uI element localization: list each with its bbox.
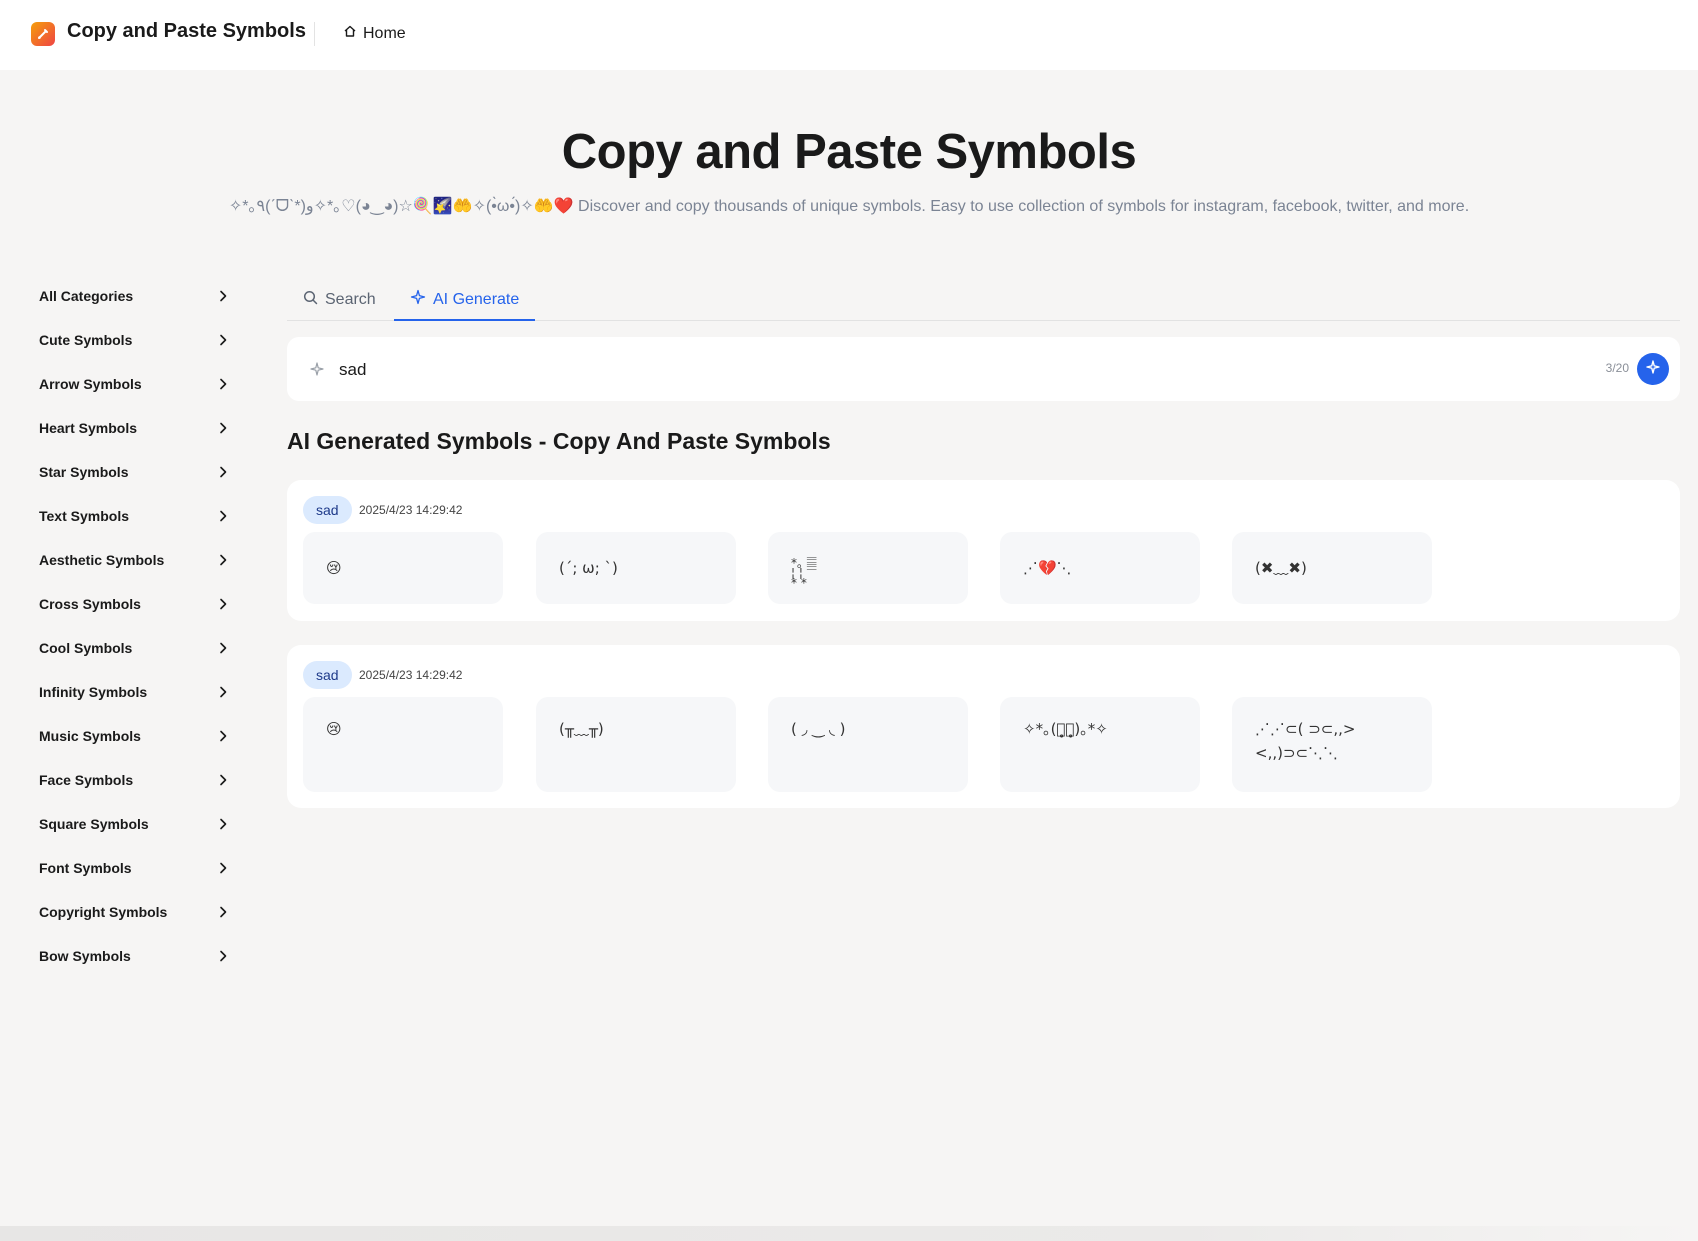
- sparkle-icon: [309, 361, 325, 382]
- home-icon: [343, 24, 357, 43]
- character-counter: 3/20: [1605, 361, 1629, 375]
- sidebar-item-label: Arrow Symbols: [39, 376, 142, 392]
- page-title: Copy and Paste Symbols: [561, 125, 1137, 179]
- sparkle-icon: [410, 289, 426, 310]
- symbol-tile[interactable]: (╥﹏╥): [536, 697, 736, 792]
- sidebar-item-label: Cute Symbols: [39, 332, 133, 348]
- timestamp: 2025/4/23 14:29:42: [359, 668, 463, 682]
- symbol-tile[interactable]: (✖﹏✖): [1232, 532, 1432, 604]
- chevron-right-icon: [219, 817, 229, 831]
- prompt-box: 3/20: [287, 337, 1680, 401]
- results-title: AI Generated Symbols - Copy And Paste Sy…: [287, 428, 831, 454]
- sidebar-item-label: Font Symbols: [39, 860, 132, 876]
- result-card: sad 2025/4/23 14:29:42 😢 (╥﹏╥) ( ◞ ‿ ◟ )…: [287, 645, 1680, 808]
- symbol-tile[interactable]: ⋰💔⋱: [1000, 532, 1200, 604]
- prompt-tag[interactable]: sad: [303, 661, 352, 689]
- sidebar-item-square-symbols[interactable]: Square Symbols: [39, 802, 229, 846]
- symbol-tile[interactable]: ⋰⋰⊂( ⊃⊂,,> <,,)⊃⊂⋱⋱: [1232, 697, 1432, 792]
- sidebar-item-label: Square Symbols: [39, 816, 149, 832]
- sidebar-item-label: Copyright Symbols: [39, 904, 168, 920]
- sidebar-item-cross-symbols[interactable]: Cross Symbols: [39, 582, 229, 626]
- symbol-tile[interactable]: 😢: [303, 532, 503, 604]
- category-sidebar: All Categories Cute Symbols Arrow Symbols H…: [39, 274, 229, 978]
- symbol-tile[interactable]: (´; ω; `): [536, 532, 736, 604]
- chevron-right-icon: [219, 905, 229, 919]
- header-divider: [314, 22, 315, 46]
- tab-search[interactable]: Search: [287, 280, 392, 319]
- sparkle-icon: [1645, 359, 1661, 380]
- home-label: Home: [363, 24, 406, 42]
- sidebar-item-text-symbols[interactable]: Text Symbols: [39, 494, 229, 538]
- chevron-right-icon: [219, 377, 229, 391]
- page-subtitle: ✧*｡٩(ˊᗜˋ*)و✧*｡♡(◕‿◕)☆🍭🌠🤲✧(•̀ω•́)✧🤲❤️ Dis…: [228, 198, 1470, 215]
- chevron-right-icon: [219, 861, 229, 875]
- prompt-tag[interactable]: sad: [303, 496, 352, 524]
- generate-button[interactable]: [1637, 353, 1669, 385]
- chevron-right-icon: [219, 289, 229, 303]
- site-logo-icon[interactable]: [31, 22, 55, 46]
- sidebar-item-label: Star Symbols: [39, 464, 129, 480]
- sidebar-item-label: Cross Symbols: [39, 596, 141, 612]
- sidebar-item-cool-symbols[interactable]: Cool Symbols: [39, 626, 229, 670]
- tab-ai-generate-label: AI Generate: [433, 290, 520, 308]
- tab-search-label: Search: [325, 290, 376, 308]
- sidebar-item-aesthetic-symbols[interactable]: Aesthetic Symbols: [39, 538, 229, 582]
- sidebar-item-arrow-symbols[interactable]: Arrow Symbols: [39, 362, 229, 406]
- search-icon: [303, 290, 318, 310]
- chevron-right-icon: [219, 641, 229, 655]
- sidebar-item-label: Infinity Symbols: [39, 684, 148, 700]
- chevron-right-icon: [219, 773, 229, 787]
- tab-ai-generate[interactable]: AI Generate: [394, 280, 536, 321]
- horizontal-scrollbar[interactable]: [0, 1226, 1698, 1241]
- symbol-tile[interactable]: ( ◞ ‿ ◟ ): [768, 697, 968, 792]
- symbol-tile[interactable]: 😢: [303, 697, 503, 792]
- sidebar-item-label: Cool Symbols: [39, 640, 133, 656]
- sidebar-item-label: Music Symbols: [39, 728, 141, 744]
- sidebar-item-label: Bow Symbols: [39, 948, 131, 964]
- sidebar-item-label: Text Symbols: [39, 508, 129, 524]
- site-title[interactable]: Copy and Paste Symbols: [67, 20, 306, 43]
- sidebar-item-bow-symbols[interactable]: Bow Symbols: [39, 934, 229, 978]
- timestamp: 2025/4/23 14:29:42: [359, 503, 463, 517]
- sidebar-item-music-symbols[interactable]: Music Symbols: [39, 714, 229, 758]
- chevron-right-icon: [219, 465, 229, 479]
- sidebar-item-label: Face Symbols: [39, 772, 134, 788]
- chevron-right-icon: [219, 597, 229, 611]
- sidebar-item-star-symbols[interactable]: Star Symbols: [39, 450, 229, 494]
- chevron-right-icon: [219, 729, 229, 743]
- sidebar-item-cute-symbols[interactable]: Cute Symbols: [39, 318, 229, 362]
- sidebar-item-infinity-symbols[interactable]: Infinity Symbols: [39, 670, 229, 714]
- sidebar-item-label: Heart Symbols: [39, 420, 138, 436]
- chevron-right-icon: [219, 333, 229, 347]
- result-card: sad 2025/4/23 14:29:42 😢 (´; ω; `) *｡ 𝄛 …: [287, 480, 1680, 621]
- sidebar-item-font-symbols[interactable]: Font Symbols: [39, 846, 229, 890]
- symbol-tile[interactable]: *｡ 𝄛 ¦ ¦ * *: [768, 532, 968, 604]
- sidebar-item-all-categories[interactable]: All Categories: [39, 274, 229, 318]
- sidebar-item-heart-symbols[interactable]: Heart Symbols: [39, 406, 229, 450]
- chevron-right-icon: [219, 509, 229, 523]
- sidebar-item-copyright-symbols[interactable]: Copyright Symbols: [39, 890, 229, 934]
- chevron-right-icon: [219, 949, 229, 963]
- symbol-tile[interactable]: ✧*｡(ㅠ̥̥ㅠ̥̥)｡*✧: [1000, 697, 1200, 792]
- sidebar-item-face-symbols[interactable]: Face Symbols: [39, 758, 229, 802]
- home-link[interactable]: Home: [343, 24, 406, 43]
- chevron-right-icon: [219, 421, 229, 435]
- sidebar-item-label: Aesthetic Symbols: [39, 552, 165, 568]
- top-header: Copy and Paste Symbols Home: [0, 0, 1698, 70]
- sidebar-item-label: All Categories: [39, 288, 134, 304]
- chevron-right-icon: [219, 685, 229, 699]
- mode-tabs: Search AI Generate: [287, 280, 1680, 321]
- prompt-input[interactable]: [337, 355, 1341, 385]
- chevron-right-icon: [219, 553, 229, 567]
